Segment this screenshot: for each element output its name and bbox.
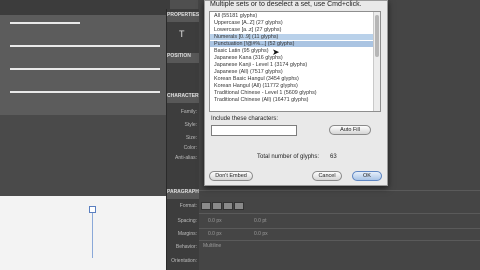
family-label: Family: [180, 109, 197, 115]
paragraph-section-header[interactable]: PARAGRAPH [167, 189, 199, 199]
dialog-instructions: Multiple sets or to deselect a set, use … [210, 1, 362, 8]
align-left-icon[interactable] [201, 202, 211, 210]
scrollbar-thumb[interactable] [375, 15, 379, 57]
list-item[interactable]: Traditional Chinese (All) (16471 glyphs) [210, 97, 373, 103]
list-item[interactable]: Japanese (All) (7517 glyphs) [210, 69, 373, 75]
cancel-button[interactable]: Cancel [312, 171, 342, 181]
align-justify-icon[interactable] [234, 202, 244, 210]
include-characters-label: Include these characters: [211, 116, 279, 122]
list-item[interactable]: Lowercase [a..z] (27 glyphs) [210, 27, 373, 33]
character-ranges-list[interactable]: All (55181 glyphs) Uppercase [A..Z] (27 … [209, 11, 381, 112]
list-item[interactable]: Japanese Kanji - Level 1 (3174 glyphs) [210, 62, 373, 68]
include-characters-input[interactable] [211, 125, 297, 136]
text-box-handle[interactable] [89, 206, 96, 213]
total-glyphs-value: 63 [330, 154, 337, 160]
align-center-icon[interactable] [212, 202, 222, 210]
character-section-header[interactable]: CHARACTER [167, 93, 199, 103]
list-scrollbar[interactable] [373, 12, 380, 111]
spacing-indent-value[interactable]: 0.0 px [208, 218, 222, 224]
panel-header: PROPERTIES [167, 12, 199, 22]
size-label: Size: [185, 135, 197, 141]
text-tool-icon: T [179, 29, 185, 39]
dont-embed-button[interactable]: Don't Embed [209, 171, 253, 181]
list-item[interactable]: Basic Latin (95 glyphs) [210, 48, 373, 54]
spacing-label: Spacing: [177, 218, 197, 224]
list-item[interactable]: Korean Basic Hangul (3454 glyphs) [210, 76, 373, 82]
orientation-label: Orientation: [171, 258, 197, 264]
list-item[interactable]: Korean Hangul (All) (11772 glyphs) [210, 83, 373, 89]
list-item[interactable]: Punctuation [!@#%...] (52 glyphs) [210, 41, 373, 48]
margin-right-value[interactable]: 0.0 px [254, 231, 268, 237]
behavior-dropdown[interactable]: Multiline [203, 243, 221, 249]
behavior-label: Behavior: [175, 244, 197, 250]
text-cursor-line [92, 208, 93, 258]
margin-left-value[interactable]: 0.0 px [208, 231, 222, 237]
list-item[interactable]: Uppercase [A..Z] (27 glyphs) [210, 20, 373, 26]
list-item[interactable]: Japanese Kana (316 glyphs) [210, 55, 373, 61]
anti-alias-label: Anti-alias: [175, 155, 197, 161]
color-label: Color: [183, 145, 197, 151]
style-label: Style: [184, 122, 197, 128]
format-label: Format: [179, 203, 197, 209]
list-item[interactable]: All (55181 glyphs) [210, 13, 373, 19]
auto-fill-button[interactable]: Auto Fill [329, 125, 371, 135]
spacing-leading-value[interactable]: 0.0 pt [254, 218, 267, 224]
font-embedding-dialog: Multiple sets or to deselect a set, use … [204, 0, 388, 186]
list-item[interactable]: Numerals [0..9] (11 glyphs) [210, 34, 373, 41]
properties-panel: PROPERTIES T POSITION CHARACTER Family: … [166, 9, 199, 270]
mouse-pointer-icon: ➤ [272, 47, 280, 57]
align-right-icon[interactable] [223, 202, 233, 210]
list-item[interactable]: Traditional Chinese - Level 1 (5609 glyp… [210, 90, 373, 96]
position-section-header[interactable]: POSITION [167, 53, 199, 63]
margins-label: Margins: [177, 231, 197, 237]
ok-button[interactable]: OK [352, 171, 382, 181]
total-glyphs-label: Total number of glyphs: [257, 154, 320, 160]
